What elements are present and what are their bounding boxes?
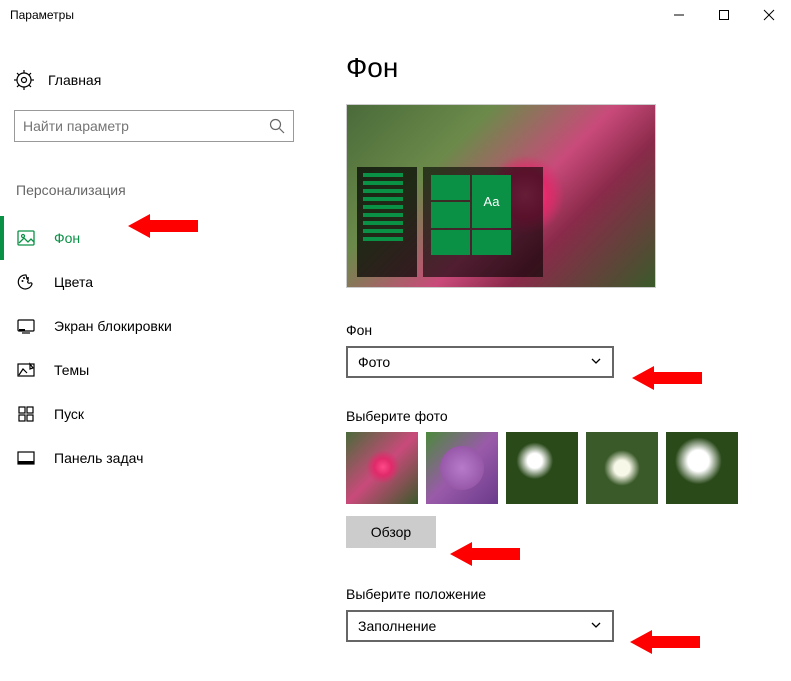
- sidebar-item-label: Цвета: [54, 274, 93, 290]
- sidebar-item-taskbar[interactable]: Панель задач: [14, 436, 320, 480]
- lockscreen-icon: [16, 316, 36, 336]
- photo-thumb-3[interactable]: [506, 432, 578, 504]
- search-input[interactable]: [23, 118, 285, 134]
- sidebar-item-start[interactable]: Пуск: [14, 392, 320, 436]
- maximize-button[interactable]: [701, 0, 746, 30]
- minimize-button[interactable]: [656, 0, 701, 30]
- taskbar-icon: [16, 448, 36, 468]
- window-title: Параметры: [10, 8, 74, 22]
- sidebar: Главная Персонализация Фон Цвета Э: [0, 60, 320, 652]
- main-content: Фон Aa Фон Фото Выберите: [320, 60, 791, 652]
- dropdown-value: Заполнение: [358, 618, 436, 634]
- sidebar-item-background[interactable]: Фон: [14, 216, 320, 260]
- chevron-down-icon: [590, 354, 602, 370]
- sidebar-item-label: Темы: [54, 362, 89, 378]
- search-input-wrapper[interactable]: [14, 110, 294, 142]
- background-type-dropdown[interactable]: Фото: [346, 346, 614, 378]
- window-controls: [656, 0, 791, 30]
- titlebar: Параметры: [0, 0, 791, 30]
- photo-thumbnails: [346, 432, 771, 504]
- sidebar-item-label: Экран блокировки: [54, 318, 172, 334]
- sidebar-item-lockscreen[interactable]: Экран блокировки: [14, 304, 320, 348]
- preview-start-menu: Aa: [423, 167, 543, 277]
- photo-thumb-2[interactable]: [426, 432, 498, 504]
- browse-button[interactable]: Обзор: [346, 516, 436, 548]
- close-button[interactable]: [746, 0, 791, 30]
- palette-icon: [16, 272, 36, 292]
- search-icon: [269, 118, 285, 134]
- photo-thumb-1[interactable]: [346, 432, 418, 504]
- background-label: Фон: [346, 322, 771, 338]
- category-header: Персонализация: [14, 182, 320, 198]
- themes-icon: [16, 360, 36, 380]
- preview-taskbar: [357, 167, 417, 277]
- sidebar-item-label: Панель задач: [54, 450, 143, 466]
- fit-dropdown[interactable]: Заполнение: [346, 610, 614, 642]
- photo-thumb-4[interactable]: [586, 432, 658, 504]
- dropdown-value: Фото: [358, 354, 390, 370]
- sidebar-item-label: Фон: [54, 230, 80, 246]
- sidebar-item-colors[interactable]: Цвета: [14, 260, 320, 304]
- page-title: Фон: [346, 52, 771, 84]
- gear-icon: [14, 70, 34, 90]
- choose-photo-label: Выберите фото: [346, 408, 771, 424]
- sidebar-item-themes[interactable]: Темы: [14, 348, 320, 392]
- picture-icon: [16, 228, 36, 248]
- chevron-down-icon: [590, 618, 602, 634]
- home-link[interactable]: Главная: [14, 60, 320, 100]
- home-label: Главная: [48, 72, 101, 88]
- sidebar-item-label: Пуск: [54, 406, 84, 422]
- desktop-preview: Aa: [346, 104, 656, 288]
- fit-label: Выберите положение: [346, 586, 771, 602]
- photo-thumb-5[interactable]: [666, 432, 738, 504]
- start-icon: [16, 404, 36, 424]
- preview-sample-text: Aa: [472, 175, 511, 228]
